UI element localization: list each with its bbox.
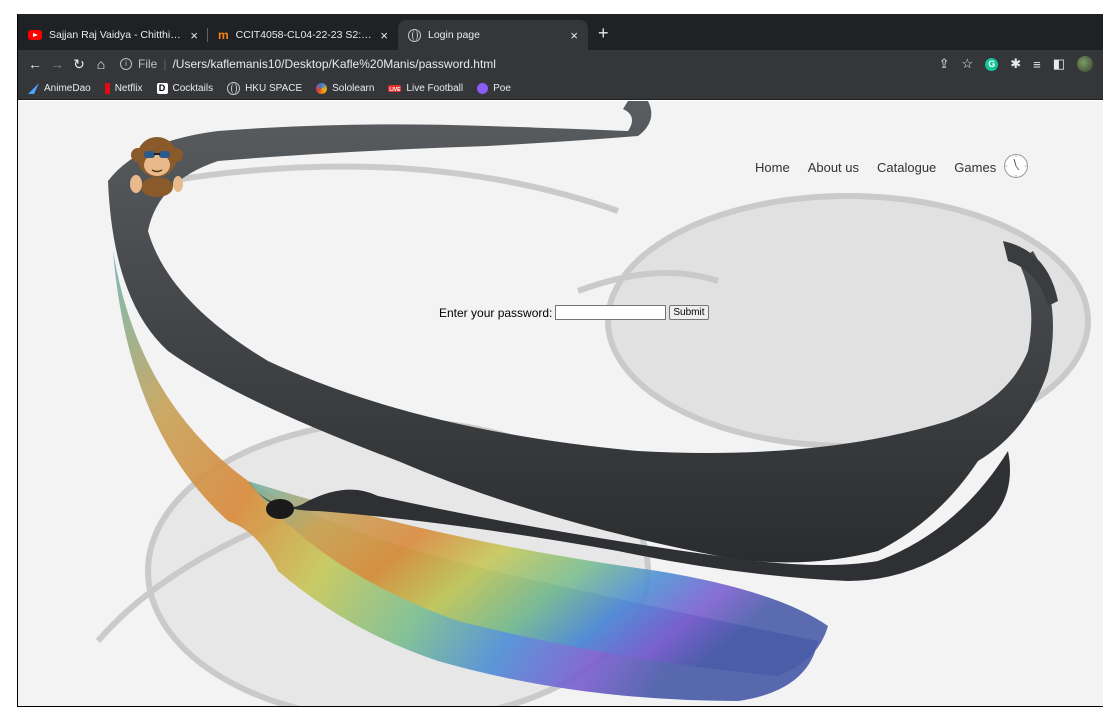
bookmark-poe[interactable]: Poe: [477, 83, 511, 94]
extensions-icon[interactable]: ✱: [1010, 56, 1021, 72]
bookmark-hku-space[interactable]: HKU SPACE: [227, 82, 302, 95]
password-input[interactable]: [555, 305, 667, 320]
live-icon: LIVE: [388, 85, 402, 93]
password-label: Enter your password:: [439, 305, 553, 320]
bookmark-label: Cocktails: [172, 83, 214, 94]
forward-button[interactable]: →: [46, 56, 68, 72]
netflix-icon: [104, 83, 110, 94]
browser-window: Sajjan Raj Vaidya - Chitthi Bhitr × m CC…: [17, 14, 1103, 707]
bookmark-animedao[interactable]: AnimeDao: [28, 83, 91, 94]
back-button[interactable]: ←: [24, 56, 46, 72]
youtube-icon: [28, 30, 42, 40]
bookmark-cocktails[interactable]: D Cocktails: [156, 83, 214, 94]
moodle-icon: m: [218, 28, 229, 42]
tab-login-page[interactable]: Login page ×: [398, 20, 588, 50]
site-nav: Home About us Catalogue Games: [755, 160, 996, 175]
bookmarks-bar: AnimeDao Netflix D Cocktails HKU SPACE S…: [18, 78, 1103, 100]
bookmark-label: Sololearn: [332, 83, 375, 94]
bookmark-label: Poe: [493, 83, 511, 94]
bookmark-label: Netflix: [114, 83, 143, 94]
info-icon[interactable]: i: [120, 58, 132, 70]
animedao-icon: [28, 83, 39, 94]
new-tab-button[interactable]: +: [598, 23, 609, 44]
bookmark-label: HKU SPACE: [245, 83, 303, 94]
globe-icon: [408, 28, 421, 42]
clock-icon: [1004, 154, 1028, 178]
reload-button[interactable]: ↻: [68, 56, 90, 73]
grammarly-icon[interactable]: G: [985, 57, 999, 71]
close-icon[interactable]: ×: [380, 29, 388, 42]
nav-home[interactable]: Home: [755, 160, 790, 175]
browser-toolbar: ← → ↻ ⌂ i File | /Users/kaflemanis10/Des…: [18, 50, 1103, 78]
bookmark-live-football[interactable]: LIVE Live Football: [388, 83, 463, 94]
tab-strip: Sajjan Raj Vaidya - Chitthi Bhitr × m CC…: [18, 14, 1103, 50]
tab-youtube[interactable]: Sajjan Raj Vaidya - Chitthi Bhitr ×: [18, 20, 208, 50]
side-panel-icon[interactable]: ◧: [1053, 56, 1065, 72]
bookmark-netflix[interactable]: Netflix: [104, 83, 143, 94]
bookmark-sololearn[interactable]: Sololearn: [316, 83, 374, 94]
page-content: Home About us Catalogue Games Enter your…: [18, 101, 1103, 706]
nav-about-us[interactable]: About us: [808, 160, 859, 175]
tab-title: CCIT4058-CL04-22-23 S2: Pr: [235, 29, 374, 41]
home-button[interactable]: ⌂: [90, 56, 112, 72]
url-text[interactable]: /Users/kaflemanis10/Desktop/Kafle%20Mani…: [172, 57, 495, 71]
url-divider: |: [163, 57, 167, 71]
share-icon[interactable]: ⇪: [939, 56, 950, 72]
bookmark-star-icon[interactable]: ☆: [962, 56, 974, 72]
toolbar-actions: ⇪ ☆ G ✱ ≡ ◧: [939, 56, 1093, 72]
address-bar[interactable]: i File | /Users/kaflemanis10/Desktop/Kaf…: [120, 57, 939, 71]
profile-avatar[interactable]: [1077, 56, 1093, 72]
close-icon[interactable]: ×: [190, 29, 198, 42]
monkey-logo: [130, 137, 183, 197]
close-icon[interactable]: ×: [570, 29, 578, 42]
poe-icon: [477, 83, 489, 94]
url-scheme-label: File: [138, 57, 158, 71]
submit-button[interactable]: Submit: [669, 305, 709, 320]
tab-title: Sajjan Raj Vaidya - Chitthi Bhitr: [49, 29, 184, 41]
bookmark-label: Live Football: [406, 83, 464, 94]
tab-moodle[interactable]: m CCIT4058-CL04-22-23 S2: Pr ×: [208, 20, 398, 50]
sololearn-icon: [316, 83, 328, 94]
nav-games[interactable]: Games: [954, 160, 996, 175]
bookmark-label: AnimeDao: [44, 83, 91, 94]
reading-list-icon[interactable]: ≡: [1033, 57, 1041, 72]
nav-catalogue[interactable]: Catalogue: [877, 160, 936, 175]
password-form: Enter your password: Submit: [439, 305, 709, 320]
globe-icon: [227, 82, 241, 95]
tab-title: Login page: [428, 29, 480, 41]
cocktails-icon: D: [156, 83, 168, 94]
